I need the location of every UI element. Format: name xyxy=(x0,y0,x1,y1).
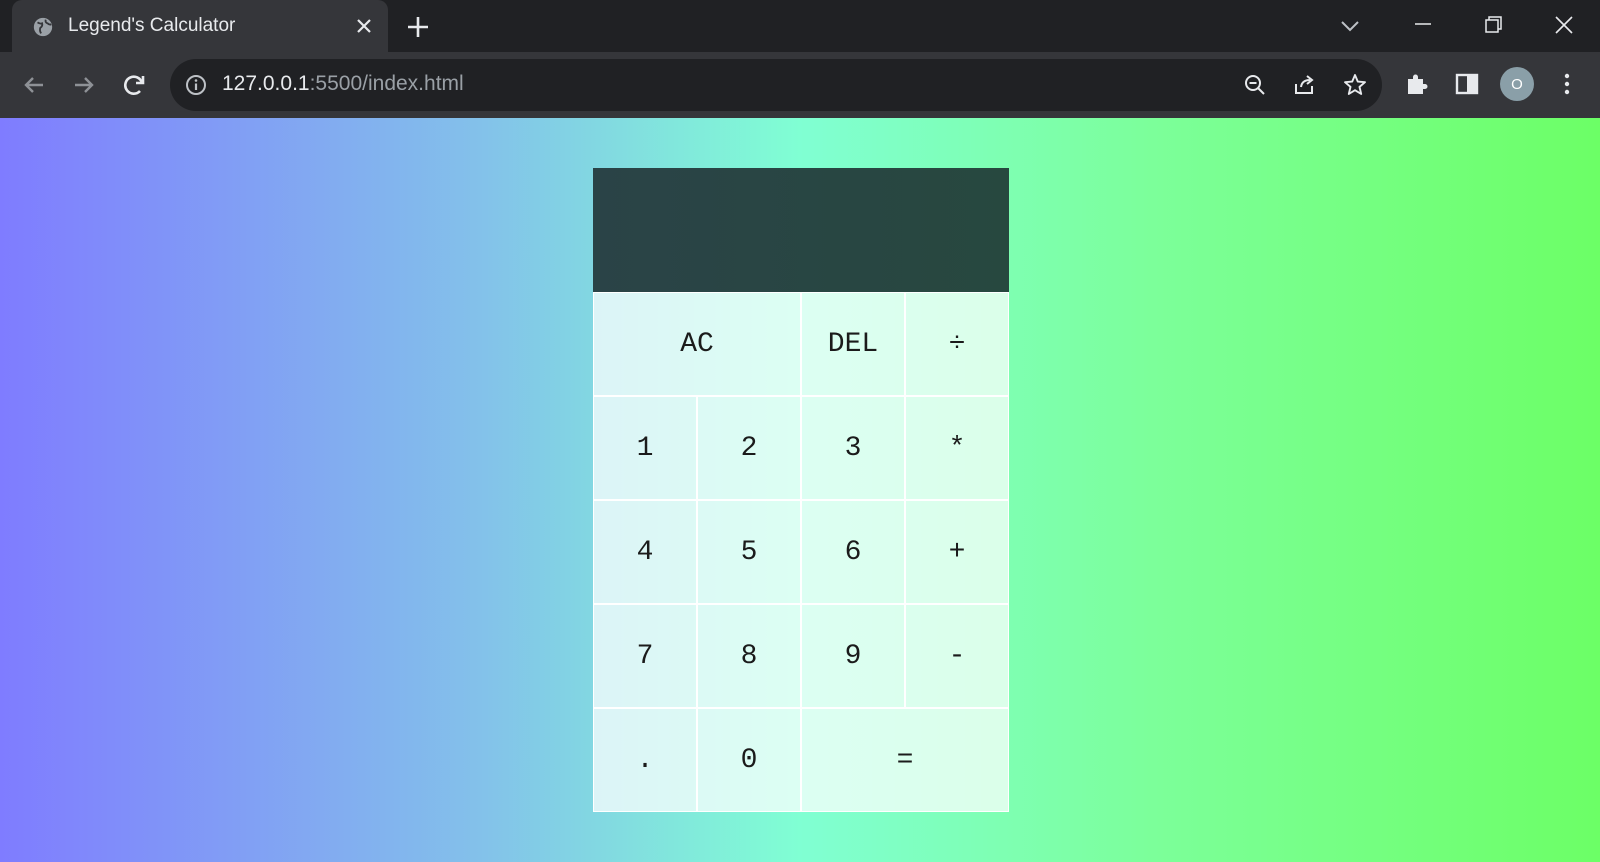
calculator-display xyxy=(593,168,1009,292)
subtract-button[interactable]: - xyxy=(905,604,1009,708)
info-icon[interactable] xyxy=(184,73,208,97)
multiply-button[interactable]: * xyxy=(905,396,1009,500)
share-icon[interactable] xyxy=(1292,72,1318,98)
url-path: :5500/index.html xyxy=(309,72,464,95)
digit-4-button[interactable]: 4 xyxy=(593,500,697,604)
new-tab-icon[interactable] xyxy=(404,13,432,41)
digit-6-button[interactable]: 6 xyxy=(801,500,905,604)
url-host: 127.0.0.1 xyxy=(222,72,310,95)
decimal-button[interactable]: . xyxy=(593,708,697,812)
digit-8-button[interactable]: 8 xyxy=(697,604,801,708)
equals-button[interactable]: = xyxy=(801,708,1009,812)
digit-5-button[interactable]: 5 xyxy=(697,500,801,604)
calculator: AC DEL ÷ 1 2 3 * 4 5 6 +7 8 9-. 0 = xyxy=(593,168,1009,814)
url-text: 127.0.0.1:5500/index.html xyxy=(222,72,464,96)
digit-3-button[interactable]: 3 xyxy=(801,396,905,500)
chevron-down-icon[interactable] xyxy=(1337,13,1363,39)
digit-1-button[interactable]: 1 xyxy=(593,396,697,500)
digit-9-button[interactable]: 9 xyxy=(801,604,905,708)
browser-tab[interactable]: Legend's Calculator xyxy=(12,0,388,52)
puzzle-piece-icon[interactable] xyxy=(1402,69,1432,99)
digit-7-button[interactable]: 7 xyxy=(593,604,697,708)
digit-2-button[interactable]: 2 xyxy=(697,396,801,500)
restore-icon[interactable] xyxy=(1478,10,1508,40)
tab-title: Legend's Calculator xyxy=(68,15,236,36)
side-panel-icon[interactable] xyxy=(1452,69,1482,99)
reload-icon[interactable] xyxy=(118,69,150,101)
forward-arrow-icon[interactable] xyxy=(68,69,100,101)
close-icon[interactable] xyxy=(352,14,376,38)
profile-avatar[interactable]: O xyxy=(1500,67,1534,101)
more-vertical-icon[interactable] xyxy=(1552,69,1582,99)
browser-toolbar: 127.0.0.1:5500/index.html O xyxy=(0,52,1600,118)
zoom-out-icon[interactable] xyxy=(1242,72,1268,98)
delete-button[interactable]: DEL xyxy=(801,292,905,396)
digit-0-button[interactable]: 0 xyxy=(697,708,801,812)
divide-button[interactable]: ÷ xyxy=(905,292,1009,396)
window-close-icon[interactable] xyxy=(1549,10,1579,40)
minimize-icon[interactable] xyxy=(1408,10,1438,40)
all-clear-button[interactable]: AC xyxy=(593,292,801,396)
tab-strip: Legend's Calculator xyxy=(0,0,1600,52)
back-arrow-icon[interactable] xyxy=(18,69,50,101)
address-bar[interactable]: 127.0.0.1:5500/index.html xyxy=(170,59,1382,111)
globe-icon xyxy=(33,17,53,37)
page-background: AC DEL ÷ 1 2 3 * 4 5 6 +7 8 9-. 0 = xyxy=(0,118,1600,862)
bookmark-star-icon[interactable] xyxy=(1342,72,1368,98)
add-button[interactable]: + xyxy=(905,500,1009,604)
